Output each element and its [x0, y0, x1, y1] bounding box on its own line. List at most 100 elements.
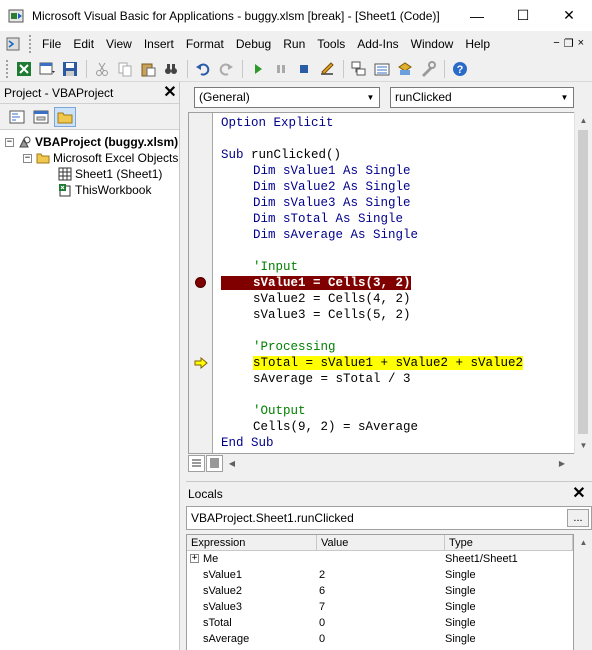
break-icon[interactable] — [270, 58, 292, 80]
collapse-toggle[interactable]: − — [23, 153, 32, 163]
call-stack-button[interactable]: ... — [567, 509, 589, 527]
help-icon[interactable]: ? — [449, 58, 471, 80]
minimize-button[interactable]: — — [454, 0, 500, 31]
view-code-icon[interactable] — [6, 107, 28, 127]
folder-label: Microsoft Excel Objects — [53, 151, 179, 165]
scroll-up-icon[interactable]: ▲ — [575, 534, 592, 551]
mdi-minimize-button[interactable]: − — [553, 37, 559, 50]
locals-context-label: VBAProject.Sheet1.runClicked — [191, 511, 354, 525]
object-combobox[interactable]: (General) ▼ — [194, 86, 380, 108]
tree-node-project[interactable]: − VBAProject (buggy.xlsm) — [0, 134, 179, 150]
scroll-down-icon[interactable]: ▼ — [575, 437, 592, 454]
code-line: End Sub — [221, 436, 274, 450]
maximize-button[interactable]: ☐ — [500, 0, 546, 31]
project-node-label: VBAProject (buggy.xlsm) — [35, 135, 179, 149]
code-line: Cells(9, 2) = sAverage — [253, 420, 419, 434]
table-row[interactable]: sValue3 7 Single — [187, 599, 573, 615]
table-row[interactable]: sValue1 2 Single — [187, 567, 573, 583]
project-explorer-pane: Project - VBAProject ✕ − VBAProject (bug… — [0, 82, 180, 650]
breakpoint-icon[interactable] — [195, 277, 206, 288]
tree-node-thisworkbook[interactable]: ThisWorkbook — [0, 182, 179, 198]
project-pane-header: Project - VBAProject ✕ — [0, 82, 179, 104]
column-header-expression[interactable]: Expression — [187, 535, 317, 550]
collapse-toggle[interactable]: − — [5, 137, 14, 147]
code-comment: 'Input — [253, 260, 299, 274]
scroll-up-icon[interactable]: ▲ — [575, 112, 592, 129]
chevron-down-icon[interactable]: ▼ — [556, 88, 573, 107]
code-line-breakpoint: sValue1 = Cells(3, 2) — [221, 275, 523, 291]
find-icon[interactable] — [160, 58, 182, 80]
table-row[interactable]: sAverage 0 Single — [187, 631, 573, 647]
copy-icon[interactable] — [114, 58, 136, 80]
menu-run[interactable]: Run — [277, 34, 311, 54]
procedure-combo-value: runClicked — [395, 90, 452, 104]
code-vertical-scrollbar[interactable]: ▲ ▼ — [574, 112, 591, 454]
menu-file[interactable]: File — [36, 34, 67, 54]
tree-node-excel-objects[interactable]: − Microsoft Excel Objects — [0, 150, 179, 166]
design-mode-icon[interactable] — [316, 58, 338, 80]
scroll-thumb[interactable] — [578, 130, 588, 434]
tree-node-sheet1[interactable]: Sheet1 (Sheet1) — [0, 166, 179, 182]
code-line: Dim sValue2 As Single — [253, 180, 411, 194]
menu-edit[interactable]: Edit — [67, 34, 100, 54]
locals-close-button[interactable]: ✕ — [570, 485, 588, 503]
menu-window[interactable]: Window — [405, 34, 460, 54]
close-button[interactable]: ✕ — [546, 0, 592, 31]
table-row[interactable]: + Me Sheet1/Sheet1 — [187, 551, 573, 567]
column-header-type[interactable]: Type — [445, 535, 573, 550]
project-explorer-icon[interactable] — [348, 58, 370, 80]
object-combo-value: (General) — [199, 90, 250, 104]
code-horizontal-scrollbar[interactable]: ◀ ▶ — [188, 454, 592, 472]
chevron-down-icon[interactable]: ▼ — [362, 88, 379, 107]
table-row[interactable]: sTotal 0 Single — [187, 615, 573, 631]
column-header-value[interactable]: Value — [317, 535, 445, 550]
mdi-restore-button[interactable]: ❐ — [564, 37, 574, 50]
standard-toolbar: ? — [0, 56, 592, 82]
undo-icon[interactable] — [192, 58, 214, 80]
object-browser-icon[interactable] — [394, 58, 416, 80]
expand-toggle[interactable]: + — [190, 554, 199, 563]
code-comment: 'Output — [253, 404, 306, 418]
locals-grid: Expression Value Type + Me Sheet1/Sheet1 … — [186, 534, 574, 650]
procedure-combobox[interactable]: runClicked ▼ — [390, 86, 574, 108]
excel-view-icon[interactable] — [13, 58, 35, 80]
code-comment: 'Processing — [253, 340, 336, 354]
locals-vertical-scrollbar[interactable]: ▲ — [575, 534, 592, 650]
thisworkbook-label: ThisWorkbook — [75, 183, 152, 197]
code-editor[interactable]: Option Explicit Sub runClicked() Dim sVa… — [188, 112, 575, 454]
menu-tools[interactable]: Tools — [311, 34, 351, 54]
paste-icon[interactable] — [137, 58, 159, 80]
insert-userform-icon[interactable] — [36, 58, 58, 80]
full-module-view-icon[interactable] — [206, 454, 223, 472]
menu-format[interactable]: Format — [180, 34, 230, 54]
menu-view[interactable]: View — [100, 34, 138, 54]
menu-help[interactable]: Help — [459, 34, 496, 54]
save-icon[interactable] — [59, 58, 81, 80]
redo-icon[interactable] — [215, 58, 237, 80]
breakpoint-margin[interactable] — [189, 113, 213, 453]
toolbox-icon[interactable] — [417, 58, 439, 80]
code-line: Dim sValue3 As Single — [253, 196, 411, 210]
properties-icon[interactable] — [371, 58, 393, 80]
menu-insert[interactable]: Insert — [138, 34, 180, 54]
toolbar-grip[interactable] — [6, 59, 9, 78]
cut-icon[interactable] — [91, 58, 113, 80]
project-pane-close-button[interactable]: ✕ — [161, 84, 179, 102]
table-row[interactable]: sValue2 6 Single — [187, 583, 573, 599]
scroll-left-icon[interactable]: ◀ — [224, 459, 240, 468]
toggle-folders-icon[interactable] — [54, 106, 76, 127]
vba-menu-icon[interactable] — [6, 37, 20, 51]
menu-addins[interactable]: Add-Ins — [351, 34, 404, 54]
reset-icon[interactable] — [293, 58, 315, 80]
execution-pointer-icon[interactable] — [194, 356, 208, 370]
run-icon[interactable] — [247, 58, 269, 80]
menu-grip[interactable] — [29, 34, 32, 53]
menu-debug[interactable]: Debug — [230, 34, 277, 54]
view-object-icon[interactable] — [30, 107, 52, 127]
scroll-right-icon[interactable]: ▶ — [554, 459, 570, 468]
code-line: sAverage = sTotal / 3 — [253, 372, 411, 386]
mdi-close-button[interactable]: × — [578, 37, 584, 50]
code-line-current: sTotal = sValue1 + sValue2 + sValue2 — [253, 356, 524, 370]
vba-app-icon — [8, 8, 24, 24]
procedure-view-icon[interactable] — [188, 454, 205, 472]
